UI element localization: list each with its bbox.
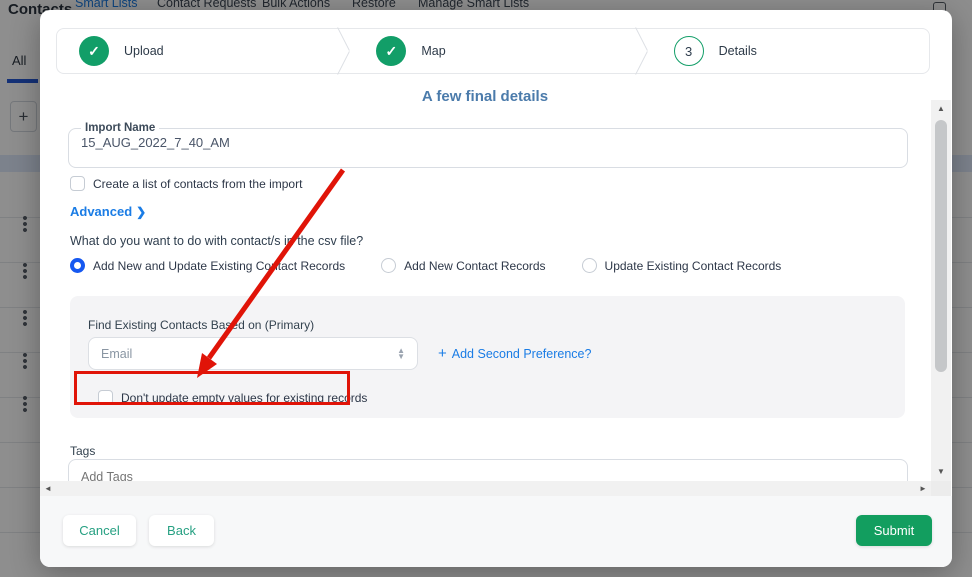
- select-value: Email: [101, 347, 132, 361]
- horizontal-scrollbar[interactable]: ◄ ►: [40, 481, 931, 496]
- csv-question-label: What do you want to do with contact/s in…: [70, 234, 363, 248]
- radio-add-and-update[interactable]: Add New and Update Existing Contact Reco…: [70, 258, 345, 273]
- import-name-fieldset: Import Name: [68, 122, 908, 168]
- step-upload[interactable]: ✓ Upload: [57, 29, 334, 73]
- step-label: Details: [719, 44, 757, 58]
- modal-footer: Cancel Back Submit: [40, 496, 952, 567]
- scroll-right-icon[interactable]: ►: [916, 481, 930, 496]
- import-name-input[interactable]: [79, 134, 897, 156]
- primary-preference-select[interactable]: Email ▲▼: [88, 337, 418, 370]
- import-stepper: ✓ Upload ✓ Map 3 Details: [56, 28, 930, 74]
- step-details[interactable]: 3 Details: [652, 29, 929, 73]
- radio-icon[interactable]: [582, 258, 597, 273]
- screen: Contacts Smart Lists Contact Requests Bu…: [0, 0, 972, 577]
- modal-heading: A few final details: [40, 88, 930, 105]
- checkbox-icon[interactable]: [70, 176, 85, 191]
- checkbox-icon[interactable]: [98, 390, 113, 405]
- select-chevrons-icon: ▲▼: [397, 348, 405, 360]
- tags-label: Tags: [70, 444, 95, 458]
- dont-update-empty-checkbox-row[interactable]: Don't update empty values for existing r…: [98, 390, 367, 405]
- step-label: Upload: [124, 44, 164, 58]
- scrollbar-thumb[interactable]: [935, 120, 947, 372]
- step-label: Map: [421, 44, 445, 58]
- step-separator-icon: [334, 28, 354, 74]
- step-done-icon: ✓: [376, 36, 406, 66]
- scrollbar-corner: [931, 481, 951, 496]
- submit-button[interactable]: Submit: [856, 515, 932, 546]
- dont-update-empty-label: Don't update empty values for existing r…: [121, 391, 367, 405]
- contact-action-radio-group: Add New and Update Existing Contact Reco…: [70, 258, 910, 273]
- import-name-label: Import Name: [81, 122, 159, 134]
- plus-icon: +: [438, 345, 447, 362]
- cancel-button[interactable]: Cancel: [63, 515, 136, 546]
- import-details-modal: ✓ Upload ✓ Map 3 Details A few final det…: [40, 10, 952, 567]
- step-done-icon: ✓: [79, 36, 109, 66]
- radio-icon[interactable]: [381, 258, 396, 273]
- step-separator-icon: [632, 28, 652, 74]
- advanced-link[interactable]: Advanced❯: [70, 204, 146, 219]
- radio-update-existing[interactable]: Update Existing Contact Records: [582, 258, 782, 273]
- scroll-down-icon[interactable]: ▼: [931, 465, 951, 479]
- radio-add-new[interactable]: Add New Contact Records: [381, 258, 545, 273]
- create-list-label: Create a list of contacts from the impor…: [93, 177, 302, 191]
- add-second-preference-link[interactable]: +Add Second Preference?: [438, 345, 591, 362]
- vertical-scrollbar[interactable]: ▲ ▼: [931, 100, 951, 481]
- step-map[interactable]: ✓ Map: [354, 29, 631, 73]
- chevron-right-icon: ❯: [136, 205, 146, 219]
- find-existing-label: Find Existing Contacts Based on (Primary…: [88, 318, 314, 332]
- create-list-checkbox-row[interactable]: Create a list of contacts from the impor…: [70, 176, 302, 191]
- back-button[interactable]: Back: [149, 515, 214, 546]
- scroll-up-icon[interactable]: ▲: [931, 102, 951, 116]
- scroll-left-icon[interactable]: ◄: [41, 481, 55, 496]
- radio-selected-icon[interactable]: [70, 258, 85, 273]
- step-number: 3: [674, 36, 704, 66]
